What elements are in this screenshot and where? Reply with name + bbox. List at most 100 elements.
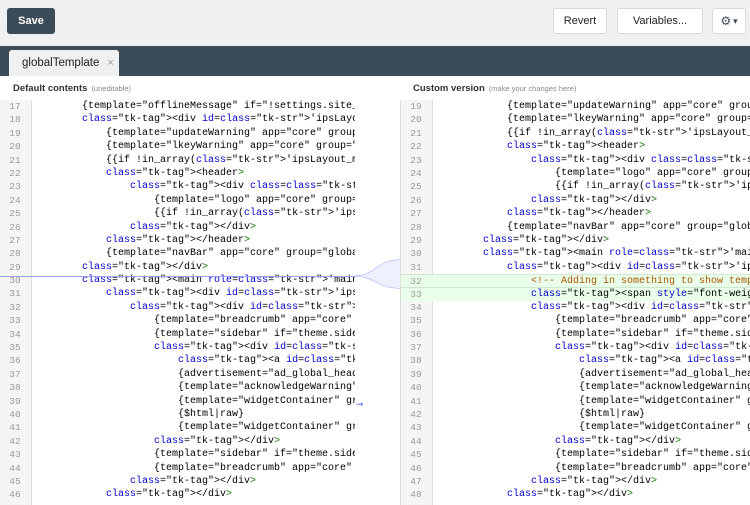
line-number: 23 bbox=[410, 154, 422, 166]
code-line: 40 {$html|raw} bbox=[0, 408, 355, 421]
code-line[interactable]: 34 class="tk-tag"><div id=class="tk-str"… bbox=[401, 301, 750, 314]
line-number: 29 bbox=[410, 234, 422, 246]
code-text: {template="breadcrumb" app="core" gro bbox=[435, 315, 750, 327]
line-number: 41 bbox=[9, 422, 21, 434]
code-line[interactable]: 24 {template="logo" app="core" group="g bbox=[401, 167, 750, 180]
code-line[interactable]: 19 {template="updateWarning" app="core" … bbox=[401, 100, 750, 113]
code-line: 20 {template="lkeyWarning" app="core" gr… bbox=[0, 140, 355, 153]
code-text: class="tk-tag"><div class=class="tk-str"… bbox=[531, 154, 750, 166]
code-line[interactable]: 21 {{if !in_array(class="tk-str">'ipsLay… bbox=[401, 127, 750, 140]
gear-icon: ⚙ bbox=[720, 14, 732, 28]
line-number: 37 bbox=[9, 368, 21, 380]
code-text: {template="lkeyWarning" app="core" group… bbox=[34, 141, 355, 153]
code-line[interactable]: 40 {template="acknowledgeWarning" i bbox=[401, 381, 750, 394]
code-line: 19 {template="updateWarning" app="core" … bbox=[0, 127, 355, 140]
code-line[interactable]: 31 class="tk-tag"><div id=class="tk-str"… bbox=[401, 261, 750, 274]
code-line: 33 {template="breadcrumb" app="core" gro bbox=[0, 314, 355, 327]
code-line[interactable]: 43 {template="widgetContainer" group bbox=[401, 421, 750, 434]
custom-code-lines[interactable]: 19 {template="updateWarning" app="core" … bbox=[401, 100, 750, 502]
code-line: 17 {template="offlineMessage" if="!setti… bbox=[0, 100, 355, 113]
default-contents-title: Default contents bbox=[13, 82, 88, 94]
code-line[interactable]: 35 {template="breadcrumb" app="core" gro bbox=[401, 314, 750, 327]
line-number: 28 bbox=[9, 248, 21, 260]
code-text: {template="logo" app="core" group="g bbox=[435, 167, 750, 179]
code-line: 23 class="tk-tag"><div class=class="tk-s… bbox=[0, 180, 355, 193]
variables-button[interactable]: Variables... bbox=[617, 8, 703, 34]
line-number: 46 bbox=[410, 462, 422, 474]
line-number: 36 bbox=[410, 328, 422, 340]
diff-connector bbox=[355, 259, 400, 289]
code-line[interactable]: 23 class="tk-tag"><div class=class="tk-s… bbox=[401, 154, 750, 167]
line-number: 45 bbox=[9, 475, 21, 487]
code-line[interactable]: 45 {template="sidebar" if="theme.sideba bbox=[401, 448, 750, 461]
custom-version-editor[interactable]: 19 {template="updateWarning" app="core" … bbox=[400, 100, 750, 505]
code-text: {template="updateWarning" app="core" gro… bbox=[34, 127, 355, 139]
line-number: 26 bbox=[410, 194, 422, 206]
code-line[interactable]: 48 class="tk-tag"></div> bbox=[401, 488, 750, 501]
code-text: {template="sidebar" if="theme.sideba bbox=[435, 449, 750, 461]
code-line[interactable]: 33 class="tk-tag"><span style="font-weig… bbox=[401, 287, 750, 301]
code-line[interactable]: 36 {template="sidebar" if="theme.sideba bbox=[401, 328, 750, 341]
code-line[interactable]: 25 {{if !in_array(class="tk-str">'ipsLay… bbox=[401, 180, 750, 193]
code-line[interactable]: 26 class="tk-tag"></div> bbox=[401, 194, 750, 207]
code-line[interactable]: 41 {template="widgetContainer" group bbox=[401, 395, 750, 408]
code-line[interactable]: 38 class="tk-tag"><a id=class="tk-str">'… bbox=[401, 354, 750, 367]
code-line[interactable]: 37 class="tk-tag"><div id=class="tk-str"… bbox=[401, 341, 750, 354]
code-text: {template="acknowledgeWarning" i bbox=[34, 382, 355, 394]
code-line[interactable]: 32 <!-- Adding in something to show temp… bbox=[401, 274, 750, 288]
code-line[interactable]: 27 class="tk-tag"></header> bbox=[401, 207, 750, 220]
line-number: 36 bbox=[9, 355, 21, 367]
line-number: 23 bbox=[9, 181, 21, 193]
tab-globaltemplate[interactable]: globalTemplate × bbox=[9, 50, 119, 76]
line-number: 26 bbox=[9, 221, 21, 233]
code-text: {template="offlineMessage" if="!settings… bbox=[34, 101, 355, 112]
code-line[interactable]: 28 {template="navBar" app="core" group="… bbox=[401, 221, 750, 234]
merge-gap: ⇝ bbox=[355, 100, 400, 505]
merge-arrow-icon[interactable]: ⇝ bbox=[356, 399, 364, 410]
code-line[interactable]: 47 class="tk-tag"></div> bbox=[401, 475, 750, 488]
close-icon[interactable]: × bbox=[107, 57, 113, 69]
save-button[interactable]: Save bbox=[7, 8, 55, 34]
line-number: 40 bbox=[410, 382, 422, 394]
code-line[interactable]: 29 class="tk-tag"></div> bbox=[401, 234, 750, 247]
code-text: {template="breadcrumb" app="core" gro bbox=[34, 315, 355, 327]
code-line[interactable]: 44 class="tk-tag"></div> bbox=[401, 435, 750, 448]
settings-menu-button[interactable]: ⚙ ▾ bbox=[712, 8, 746, 34]
code-line[interactable]: 46 {template="breadcrumb" app="core" gro bbox=[401, 462, 750, 475]
line-number: 20 bbox=[9, 141, 21, 153]
code-text: <!-- Adding in something to show templat… bbox=[531, 276, 750, 288]
code-line[interactable]: 42 {$html|raw} bbox=[401, 408, 750, 421]
revert-button[interactable]: Revert bbox=[553, 8, 607, 34]
code-line[interactable]: 20 {template="lkeyWarning" app="core" gr… bbox=[401, 113, 750, 126]
code-text: {template="sidebar" if="theme.sideba bbox=[34, 449, 355, 461]
code-text: {{if !in_array(class="tk-str">'ipsLayout… bbox=[435, 127, 750, 139]
line-number: 24 bbox=[410, 167, 422, 179]
code-line[interactable]: 30 class="tk-tag"><main role=class="tk-s… bbox=[401, 247, 750, 260]
code-text: class="tk-tag"></div> bbox=[82, 261, 209, 273]
code-text: class="tk-tag"></div> bbox=[106, 489, 233, 501]
code-text: {{if !in_array(class="tk-str">'ipsLayout… bbox=[34, 154, 355, 166]
code-text: {template="widgetContainer" group bbox=[435, 422, 750, 434]
line-number: 39 bbox=[9, 395, 21, 407]
code-text: {template="acknowledgeWarning" i bbox=[435, 382, 750, 394]
code-text: {{if !in_array(class="tk-str">'ipsLayout… bbox=[34, 208, 355, 220]
line-number: 44 bbox=[410, 435, 422, 447]
code-text: {template="breadcrumb" app="core" gro bbox=[34, 462, 355, 474]
code-text: {template="logo" app="core" group="g bbox=[34, 194, 355, 206]
code-text: {advertisement="ad_global_header bbox=[34, 368, 355, 380]
line-number: 38 bbox=[410, 355, 422, 367]
diff-marker-line bbox=[0, 276, 355, 277]
line-number: 33 bbox=[410, 289, 422, 301]
code-text: {advertisement="ad_global_header bbox=[435, 368, 750, 380]
code-line: 46 class="tk-tag"></div> bbox=[0, 488, 355, 501]
code-text: class="tk-tag"><div id=class="tk-str">'i… bbox=[507, 261, 750, 273]
line-number: 17 bbox=[9, 101, 21, 112]
code-text: {template="sidebar" if="theme.sideba bbox=[435, 328, 750, 340]
code-line[interactable]: 22 class="tk-tag"><header> bbox=[401, 140, 750, 153]
code-text: class="tk-tag"><div id=class="tk-str">'i… bbox=[130, 301, 355, 313]
code-line[interactable]: 39 {advertisement="ad_global_header bbox=[401, 368, 750, 381]
code-text: {template="sidebar" if="theme.sideba bbox=[34, 328, 355, 340]
line-number: 21 bbox=[9, 154, 21, 166]
line-number: 37 bbox=[410, 342, 422, 354]
code-text: class="tk-tag"></div> bbox=[531, 194, 658, 206]
